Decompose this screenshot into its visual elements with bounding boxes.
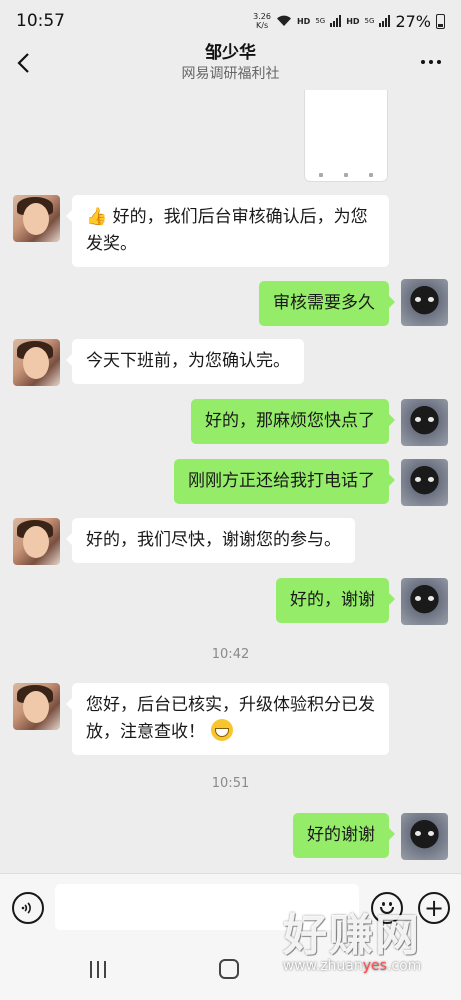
- signal-icon: [330, 15, 342, 27]
- message-bubble-received[interactable]: 您好，后台已核实，升级体验积分已发放，注意查收！: [66, 683, 389, 755]
- user-avatar[interactable]: [401, 279, 448, 326]
- hd-label-2: HD: [346, 16, 360, 26]
- status-indicators: 3.26 K/s HD 5G HD 5G 27%: [253, 12, 445, 31]
- network-type-label: 5G: [315, 17, 326, 25]
- chat-subtitle: 网易调研福利社: [181, 66, 280, 82]
- more-options-icon[interactable]: [421, 60, 441, 64]
- recent-apps-icon[interactable]: [90, 961, 106, 978]
- thumbs-up-icon: 👍: [86, 207, 108, 227]
- status-bar: 10:57 3.26 K/s HD 5G HD 5G 27%: [0, 0, 461, 42]
- contact-avatar[interactable]: [13, 683, 60, 730]
- chat-title: 邹少华: [205, 43, 256, 63]
- back-arrow-icon[interactable]: [14, 52, 34, 74]
- contact-avatar[interactable]: [13, 518, 60, 565]
- message-bubble-sent[interactable]: 好的，谢谢: [276, 578, 395, 623]
- plus-icon[interactable]: +: [418, 892, 450, 924]
- message-bubble-received[interactable]: 好的，我们尽快，谢谢您的参与。: [66, 518, 355, 563]
- contact-avatar[interactable]: [13, 195, 60, 242]
- user-avatar[interactable]: [401, 459, 448, 506]
- system-nav-bar: [0, 941, 461, 1000]
- message-bubble-received[interactable]: 👍 好的，我们后台审核确认后，为您发奖。: [66, 195, 389, 267]
- user-avatar[interactable]: [401, 578, 448, 625]
- user-avatar[interactable]: [401, 813, 448, 860]
- status-time: 10:57: [16, 11, 65, 31]
- message-timestamp: 10:42: [211, 647, 250, 662]
- grinning-face-icon: [211, 719, 233, 741]
- message-bubble-sent[interactable]: 刚刚方正还给我打电话了: [174, 459, 395, 504]
- image-thumbnail-nav: [319, 173, 373, 177]
- wifi-icon: [276, 15, 291, 26]
- message-input[interactable]: [55, 884, 359, 930]
- emoji-icon[interactable]: [371, 892, 403, 924]
- battery-icon: [436, 13, 445, 29]
- signal-icon-2: [379, 15, 391, 27]
- image-message[interactable]: [304, 90, 388, 182]
- home-icon[interactable]: [219, 959, 239, 979]
- message-timestamp: 10:51: [211, 776, 250, 791]
- contact-avatar[interactable]: [13, 339, 60, 386]
- message-bubble-sent[interactable]: 好的，那麻烦您快点了: [191, 399, 395, 444]
- network-type-label-2: 5G: [364, 17, 375, 25]
- message-bubble-received[interactable]: 今天下班前，为您确认完。: [66, 339, 304, 384]
- chat-header: 邹少华 网易调研福利社: [0, 42, 461, 90]
- message-bubble-sent[interactable]: 好的谢谢: [293, 813, 395, 858]
- hd-label: HD: [296, 16, 311, 26]
- voice-input-icon[interactable]: [12, 892, 44, 924]
- message-bubble-sent[interactable]: 审核需要多久: [259, 281, 395, 326]
- user-avatar[interactable]: [401, 399, 448, 446]
- network-speed: 3.26 K/s: [253, 12, 271, 30]
- battery-percent: 27%: [395, 11, 431, 31]
- chat-input-bar: +: [0, 873, 461, 941]
